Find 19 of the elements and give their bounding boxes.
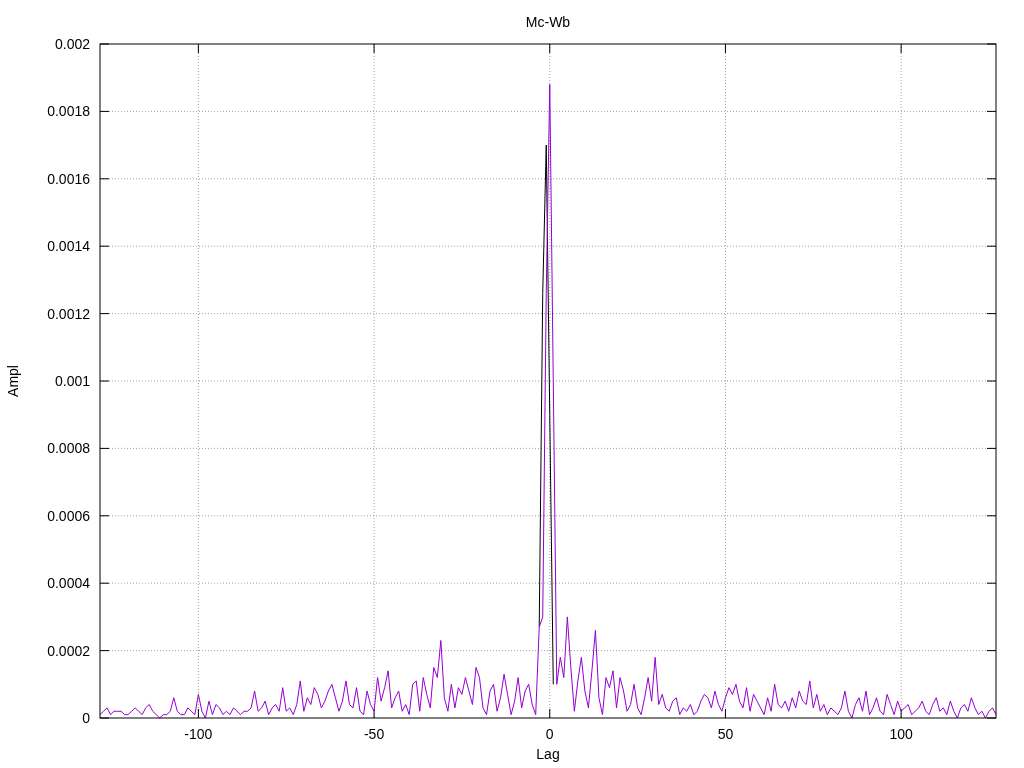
x-tick-label: 50: [717, 726, 734, 742]
y-tick-label: 0.0002: [47, 642, 90, 659]
x-tick-label: -100: [184, 726, 213, 742]
x-axis-label: Lag: [536, 746, 560, 762]
y-tick-label: 0.0006: [47, 507, 90, 524]
y-tick-label: 0.0008: [47, 440, 90, 457]
y-tick-label: 0.001: [54, 373, 90, 389]
y-tick-label: 0: [82, 710, 90, 726]
y-axis-label: Ampl: [5, 365, 21, 397]
chart-title: Mc-Wb: [525, 14, 571, 30]
y-tick-label: 0.0014: [47, 238, 90, 255]
x-tick-label: 100: [889, 726, 913, 742]
y-tick-label: 0.002: [54, 36, 90, 52]
x-tick-label: -50: [363, 726, 385, 742]
x-tick-label: 0: [545, 726, 554, 742]
y-tick-label: 0.0012: [47, 305, 90, 322]
y-tick-label: 0.0004: [47, 575, 90, 592]
y-tick-label: 0.0018: [47, 103, 90, 120]
y-tick-label: 0.0016: [47, 170, 90, 187]
